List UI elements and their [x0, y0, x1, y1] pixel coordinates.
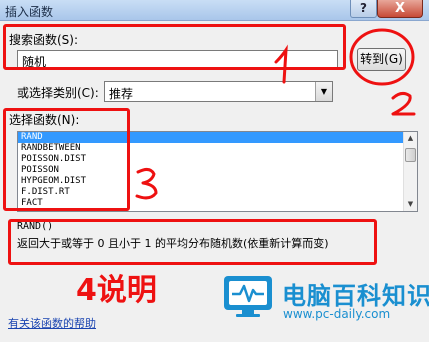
watermark-url: www.pc-daily.com — [283, 307, 391, 321]
annotation-label-description: 4说明 — [76, 273, 157, 308]
category-value: 推荐 — [109, 87, 134, 101]
annotation-box-function-list — [3, 108, 130, 211]
annotation-box-description — [8, 219, 377, 265]
category-select[interactable]: 推荐 ▼ — [104, 81, 333, 102]
close-button[interactable]: X — [377, 0, 423, 18]
category-label: 或选择类别(C): — [17, 86, 99, 100]
chevron-down-icon[interactable]: ▼ — [315, 82, 332, 101]
goto-button[interactable]: 转到(G) — [357, 48, 406, 71]
function-help-link[interactable]: 有关该函数的帮助 — [8, 315, 96, 331]
watermark-name: 电脑百科知识 — [282, 282, 429, 310]
function-list-scrollbar[interactable]: ▲ ▼ — [403, 132, 417, 211]
scroll-down-icon[interactable]: ▼ — [404, 198, 417, 211]
title-bar: 插入函数 ? X — [0, 0, 429, 21]
window-title: 插入函数 — [5, 5, 54, 19]
help-button[interactable]: ? — [350, 0, 377, 18]
annotation-box-search — [3, 24, 346, 70]
scroll-thumb[interactable] — [405, 148, 416, 162]
monitor-logo-icon — [224, 276, 272, 317]
scroll-up-icon[interactable]: ▲ — [404, 132, 417, 145]
